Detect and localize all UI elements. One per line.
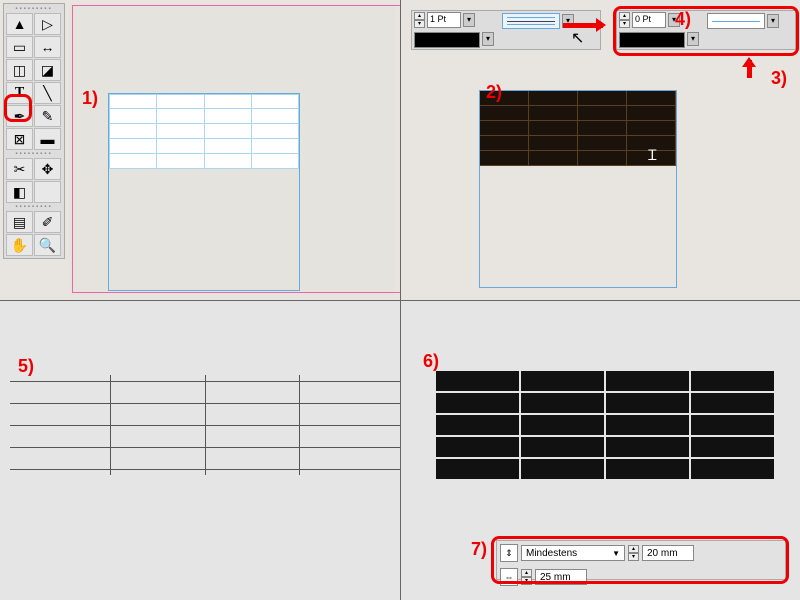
tools-toolbar: ▪▪▪▪▪▪▪▪▪ ▲ ▷ ▭ ↔ ◫ ◪ T ╲ ✒ ✎ ⊠ ▬ ▪▪▪▪▪▪… bbox=[3, 3, 65, 259]
stroke-weight-spinner-left[interactable]: ▴▾ bbox=[414, 12, 425, 28]
chart-tool1-icon[interactable]: ◫ bbox=[6, 59, 33, 81]
pencil-tool-icon[interactable]: ✎ bbox=[34, 105, 61, 127]
blank-tool-icon[interactable] bbox=[34, 181, 61, 203]
stroke-weight-dropdown-left-icon[interactable]: ▾ bbox=[463, 13, 475, 27]
step4-label: 4) bbox=[675, 9, 691, 30]
stroke-weight-value-left[interactable]: 1 Pt bbox=[427, 12, 461, 28]
rectangle-tool-icon[interactable]: ▬ bbox=[34, 128, 61, 150]
step1-highlight bbox=[4, 94, 32, 122]
table-result-filled bbox=[436, 371, 776, 481]
text-cursor-icon: Ꮖ bbox=[648, 147, 657, 164]
gradient-tool-icon[interactable]: ◧ bbox=[6, 181, 33, 203]
text-frame[interactable] bbox=[108, 93, 300, 291]
free-transform-tool-icon[interactable]: ✥ bbox=[34, 158, 61, 180]
rectangle-frame-tool-icon[interactable]: ⊠ bbox=[6, 128, 33, 150]
step3-label: 3) bbox=[771, 68, 787, 89]
step7-highlight bbox=[491, 536, 789, 584]
eyedropper-tool-icon[interactable]: ✐ bbox=[34, 211, 61, 233]
zoom-tool-icon[interactable]: 🔍 bbox=[34, 234, 61, 256]
mouse-cursor-icon: ↖ bbox=[571, 28, 584, 48]
step1-label: 1) bbox=[82, 88, 98, 109]
step5-label: 5) bbox=[18, 356, 34, 377]
step6-label: 6) bbox=[423, 351, 439, 372]
note-tool-icon[interactable]: ▤ bbox=[6, 211, 33, 233]
selection-tool-icon[interactable]: ▲ bbox=[6, 13, 33, 35]
stroke-color-dd-left-icon[interactable]: ▾ bbox=[482, 32, 494, 46]
chart-tool2-icon[interactable]: ◪ bbox=[34, 59, 61, 81]
stroke-color-swatch-left[interactable] bbox=[414, 32, 480, 48]
table-light[interactable] bbox=[109, 94, 299, 169]
step7-label: 7) bbox=[471, 539, 487, 560]
step4-highlight bbox=[613, 6, 799, 56]
text-frame-selected[interactable]: Ꮖ bbox=[479, 90, 677, 288]
hand-tool-icon[interactable]: ✋ bbox=[6, 234, 33, 256]
table-dark-selected[interactable] bbox=[480, 91, 676, 166]
gap-tool-icon[interactable]: ↔ bbox=[34, 36, 61, 58]
arrow-right-icon bbox=[563, 23, 603, 28]
scissors-tool-icon[interactable]: ✂ bbox=[6, 158, 33, 180]
page-tool-icon[interactable]: ▭ bbox=[6, 36, 33, 58]
line-tool-icon[interactable]: ╲ bbox=[34, 82, 61, 104]
arrow-up-icon bbox=[747, 60, 752, 78]
direct-selection-tool-icon[interactable]: ▷ bbox=[34, 13, 61, 35]
step2-label: 2) bbox=[486, 82, 502, 103]
stroke-type-preview-left[interactable] bbox=[502, 13, 560, 29]
